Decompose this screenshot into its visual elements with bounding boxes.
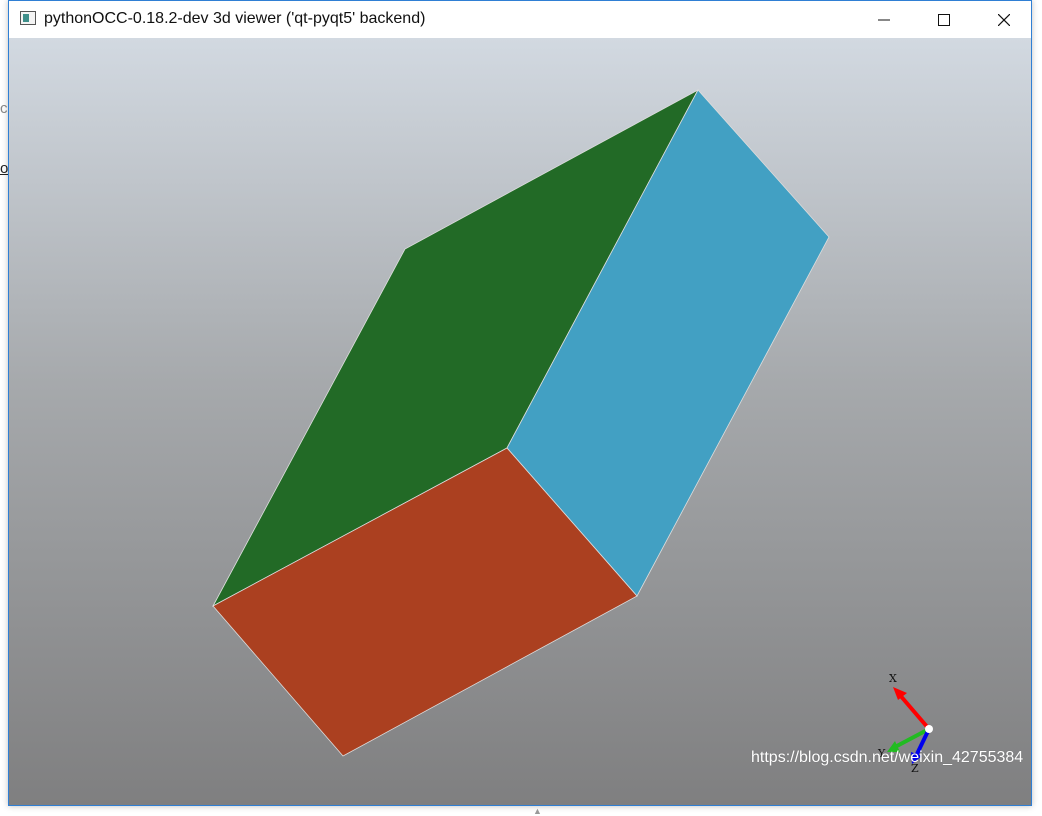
triedron-origin — [925, 725, 933, 733]
x-axis-line — [897, 692, 931, 731]
3d-viewport[interactable]: X Y Z — [9, 38, 1031, 805]
window-title: pythonOCC-0.18.2-dev 3d viewer ('qt-pyqt… — [44, 10, 426, 27]
minimize-icon — [878, 19, 890, 20]
close-icon — [998, 13, 1010, 26]
background-window-fragment: c — [0, 100, 8, 117]
maximize-icon — [938, 13, 950, 26]
desktop-background: c o pythonOCC-0.18.2-dev 3d viewer ('qt-… — [0, 0, 1042, 816]
x-axis-label: X — [889, 672, 897, 685]
watermark-text: https://blog.csdn.net/weixin_42755384 — [751, 749, 1024, 766]
viewer-window[interactable]: pythonOCC-0.18.2-dev 3d viewer ('qt-pyqt… — [8, 0, 1032, 806]
minimize-button[interactable] — [861, 1, 907, 38]
close-button[interactable] — [981, 1, 1027, 38]
maximize-button[interactable] — [921, 1, 967, 38]
3d-scene[interactable]: X Y Z — [9, 38, 1031, 805]
app-icon[interactable] — [20, 11, 36, 25]
title-bar[interactable]: pythonOCC-0.18.2-dev 3d viewer ('qt-pyqt… — [9, 1, 1031, 38]
